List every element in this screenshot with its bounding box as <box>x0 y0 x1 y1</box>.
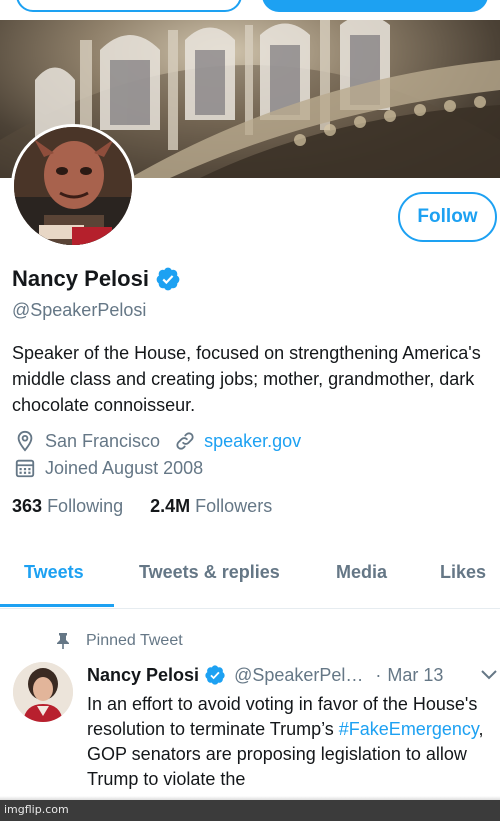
profile-stats: 363 Following 2.4M Followers <box>12 496 272 517</box>
active-tab-indicator <box>0 604 114 607</box>
followers-label: Followers <box>195 496 273 516</box>
follow-button[interactable]: Follow <box>398 192 497 242</box>
top-partial-buttons <box>0 0 500 20</box>
calendar-icon <box>15 459 35 478</box>
profile-meta-location-row: San Francisco speaker.gov <box>14 430 301 452</box>
link-icon <box>176 432 194 450</box>
tweet-separator: · <box>375 664 382 685</box>
partial-outline-button[interactable] <box>16 0 242 12</box>
profile-name: Nancy Pelosi <box>12 266 149 291</box>
profile-joined-date: Joined August 2008 <box>45 457 204 478</box>
following-label: Following <box>47 496 124 516</box>
tweet-hashtag-link[interactable]: #FakeEmergency <box>339 719 479 739</box>
tab-likes[interactable]: Likes <box>440 562 486 583</box>
tab-media[interactable]: Media <box>336 562 387 583</box>
followers-stat[interactable]: 2.4M Followers <box>150 496 272 516</box>
partial-filled-button[interactable] <box>262 0 488 12</box>
watermark-bar: imgflip.com <box>0 800 500 821</box>
profile-handle: @SpeakerPelosi <box>12 300 147 320</box>
tweet-author-name[interactable]: Nancy Pelosi <box>87 665 199 686</box>
pinned-tweet-label-row: Pinned Tweet <box>56 632 183 650</box>
tab-tweets-replies[interactable]: Tweets & replies <box>139 562 280 583</box>
tab-tweets[interactable]: Tweets <box>24 562 84 583</box>
pinned-tweet-label: Pinned Tweet <box>86 632 183 649</box>
location-pin-icon <box>17 430 33 452</box>
profile-name-row: Nancy Pelosi <box>12 266 181 292</box>
profile-tabs: Tweets Tweets & replies Media Likes <box>0 548 500 609</box>
verified-badge-icon <box>205 665 225 685</box>
tweet-author-handle[interactable]: @SpeakerPel… <box>234 665 363 686</box>
profile-location: San Francisco <box>45 430 161 451</box>
following-stat[interactable]: 363 Following <box>12 496 123 516</box>
tweet-author-avatar[interactable] <box>13 662 73 722</box>
following-count: 363 <box>12 496 43 516</box>
pin-icon <box>57 633 69 649</box>
followers-count: 2.4M <box>150 496 191 516</box>
profile-bio: Speaker of the House, focused on strengt… <box>12 343 481 415</box>
watermark-text: imgflip.com <box>4 803 69 816</box>
profile-avatar[interactable] <box>11 124 135 248</box>
tweet-date[interactable]: Mar 13 <box>387 665 443 686</box>
tweet-text: In an effort to avoid voting in favor of… <box>87 692 499 792</box>
profile-meta-joined-row: Joined August 2008 <box>14 457 203 479</box>
verified-badge-icon <box>156 267 180 291</box>
tweet-header: Nancy Pelosi @SpeakerPel… · Mar 13 <box>87 664 443 686</box>
chevron-down-icon[interactable] <box>480 668 498 682</box>
profile-website-link[interactable]: speaker.gov <box>204 431 301 452</box>
